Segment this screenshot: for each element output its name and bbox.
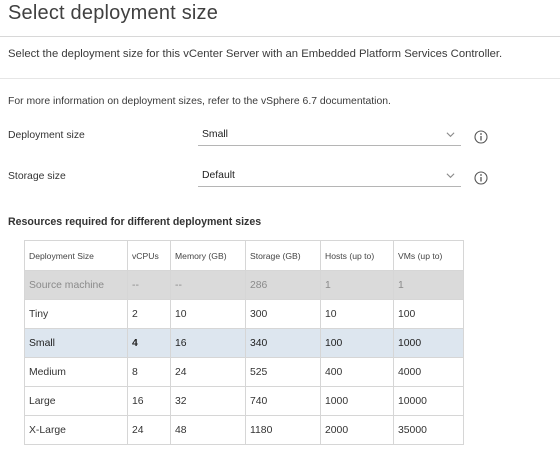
subtitle-divider (0, 78, 560, 79)
table-cell: 10 (170, 299, 246, 329)
table-row: Source machine -- -- 286 1 1 (24, 270, 464, 300)
table-cell: 286 (245, 270, 321, 300)
table-cell: 1000 (393, 328, 464, 358)
column-header-storage: Storage (GB) (245, 240, 321, 271)
column-header-vms: VMs (up to) (393, 240, 464, 271)
table-cell: 35000 (393, 415, 464, 445)
table-cell: Small (24, 328, 128, 358)
table-cell: 16 (170, 328, 246, 358)
table-cell: 1 (393, 270, 464, 300)
table-cell: Tiny (24, 299, 128, 329)
table-row: Tiny 2 10 300 10 100 (24, 299, 464, 329)
table-row: Medium 8 24 525 400 4000 (24, 357, 464, 387)
table-row-selected: Small 4 16 340 100 1000 (24, 328, 464, 358)
table-cell: 1180 (245, 415, 321, 445)
table-cell: 100 (320, 328, 394, 358)
table-cell: 400 (320, 357, 394, 387)
title-divider (0, 36, 560, 37)
table-cell: 340 (245, 328, 321, 358)
info-icon[interactable] (474, 171, 488, 185)
table-cell: 2 (127, 299, 171, 329)
page-subtitle: Select the deployment size for this vCen… (8, 48, 503, 60)
table-cell: 2000 (320, 415, 394, 445)
page-title: Select deployment size (8, 2, 219, 24)
table-cell: 1 (320, 270, 394, 300)
table-cell: X-Large (24, 415, 128, 445)
table-cell: 525 (245, 357, 321, 387)
chevron-down-icon (446, 173, 455, 179)
chevron-down-icon (446, 132, 455, 138)
table-cell: 100 (393, 299, 464, 329)
storage-size-label: Storage size (8, 171, 66, 182)
table-cell: 24 (127, 415, 171, 445)
table-cell: -- (127, 270, 171, 300)
storage-size-select[interactable]: Default (198, 166, 461, 187)
deployment-size-page: Select deployment size Select the deploy… (0, 0, 560, 452)
table-cell: 1000 (320, 386, 394, 416)
table-cell: 16 (127, 386, 171, 416)
table-cell: Source machine (24, 270, 128, 300)
table-cell: -- (170, 270, 246, 300)
table-row: X-Large 24 48 1180 2000 35000 (24, 415, 464, 445)
table-cell: 740 (245, 386, 321, 416)
table-cell: 4000 (393, 357, 464, 387)
table-row: Large 16 32 740 1000 10000 (24, 386, 464, 416)
column-header-vcpus: vCPUs (127, 240, 171, 271)
table-cell: 10000 (393, 386, 464, 416)
storage-size-value: Default (202, 170, 235, 181)
column-header-memory: Memory (GB) (170, 240, 246, 271)
table-cell: 8 (127, 357, 171, 387)
deployment-size-value: Small (202, 129, 228, 140)
info-text: For more information on deployment sizes… (8, 96, 391, 107)
deployment-size-select[interactable]: Small (198, 125, 461, 146)
table-cell: 300 (245, 299, 321, 329)
info-icon[interactable] (474, 130, 488, 144)
table-cell: Large (24, 386, 128, 416)
table-header-row: Deployment Size vCPUs Memory (GB) Storag… (24, 240, 464, 271)
table-cell: 10 (320, 299, 394, 329)
table-cell: 4 (127, 328, 171, 358)
table-cell: 48 (170, 415, 246, 445)
resources-table: Deployment Size vCPUs Memory (GB) Storag… (24, 240, 464, 445)
table-cell: Medium (24, 357, 128, 387)
column-header-deployment-size: Deployment Size (24, 240, 128, 271)
resources-heading: Resources required for different deploym… (8, 216, 262, 228)
table-cell: 24 (170, 357, 246, 387)
table-cell: 32 (170, 386, 246, 416)
column-header-hosts: Hosts (up to) (320, 240, 394, 271)
deployment-size-label: Deployment size (8, 130, 85, 141)
